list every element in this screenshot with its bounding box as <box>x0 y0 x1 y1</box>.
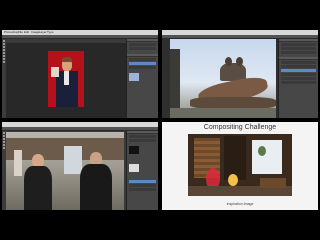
right-panels[interactable] <box>278 39 318 118</box>
layer-thumb-icon <box>129 73 139 81</box>
tool-icon[interactable] <box>3 61 5 63</box>
library-photo <box>188 134 292 196</box>
layer-thumb-icon <box>129 146 139 154</box>
slide-caption: Inspiration Image <box>226 202 254 206</box>
tool-icon[interactable] <box>3 58 5 60</box>
tool-icon[interactable] <box>3 49 5 51</box>
tool-icon[interactable] <box>3 55 5 57</box>
tool-icon[interactable] <box>3 43 5 45</box>
two-men-photo <box>6 132 124 210</box>
eagle-tree-photo <box>170 39 276 118</box>
video-grid: Photoshop File Edit Image Layer Type Com… <box>0 0 320 240</box>
tool-icon[interactable] <box>3 52 5 54</box>
pane-photoshop-eagle[interactable] <box>162 30 318 118</box>
selected-layer[interactable] <box>281 69 316 72</box>
tool-icon[interactable] <box>3 46 5 48</box>
selected-layer[interactable] <box>129 180 156 183</box>
tool-icon[interactable] <box>3 40 5 42</box>
selected-layer[interactable] <box>129 62 156 65</box>
pane-slide-compositing: Compositing Challenge Inspiration Image <box>162 122 318 210</box>
right-panels[interactable] <box>126 39 158 118</box>
pane-photoshop-two-men[interactable] <box>2 122 158 210</box>
canvas-area[interactable] <box>6 43 126 118</box>
pane-photoshop-portrait[interactable]: Photoshop File Edit Image Layer Type <box>2 30 158 118</box>
right-panels[interactable] <box>126 131 158 210</box>
layer-thumb-icon <box>129 164 139 172</box>
slide-title: Compositing Challenge <box>203 124 277 131</box>
portrait-photo <box>48 51 84 107</box>
